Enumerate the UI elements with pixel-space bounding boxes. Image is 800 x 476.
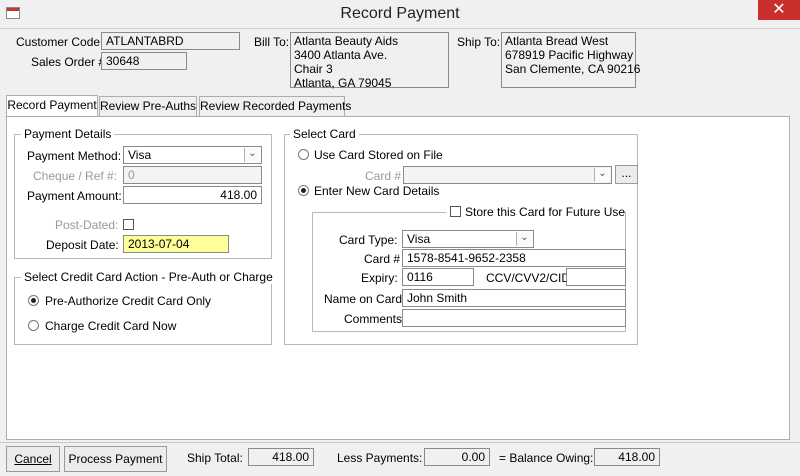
chevron-down-icon[interactable]: ⌄ [594,168,610,182]
deposit-date-label: Deposit Date: [46,238,119,252]
card-type-value: Visa [407,232,431,246]
payment-details-legend: Payment Details [21,127,115,141]
ship-to-line: San Clemente, CA 90216 [505,62,641,76]
chevron-down-icon[interactable]: ⌄ [244,148,260,162]
expiry-label: Expiry: [361,271,398,285]
payment-method-value: Visa [128,148,152,162]
use-stored-card-radio[interactable] [298,149,309,160]
expiry-field[interactable]: 0116 [402,268,474,286]
pre-authorize-radio[interactable] [28,295,39,306]
cheque-ref-field[interactable]: 0 [123,166,262,184]
balance-owing-field: 418.00 [594,448,660,466]
close-button[interactable]: ✕ [758,0,800,20]
bill-to-line: 3400 Atlanta Ave. [294,48,388,62]
customer-code-label: Customer Code: [16,35,104,49]
customer-code-field: ATLANTABRD [101,32,240,50]
ship-to-address: Atlanta Bread West 678919 Pacific Highwa… [501,32,641,88]
pre-authorize-label[interactable]: Pre-Authorize Credit Card Only [45,294,211,308]
stored-card-select[interactable]: ⌄ [403,166,612,184]
card-type-select[interactable]: Visa ⌄ [402,230,534,248]
ship-to-line: Atlanta Bread West [505,34,609,48]
less-payments-label: Less Payments: [337,451,423,465]
chevron-down-icon[interactable]: ⌄ [516,232,532,246]
tab-review-pre-auths[interactable]: Review Pre-Auths [99,96,197,116]
sales-order-label: Sales Order # [31,55,106,69]
balance-owing-label: = Balance Owing: [499,451,594,465]
select-card-legend: Select Card [290,127,359,141]
comments-field[interactable] [402,309,626,327]
post-dated-label: Post-Dated: [55,218,119,232]
cc-action-group [14,277,272,345]
sales-order-field: 30648 [101,52,187,70]
post-dated-checkbox[interactable] [123,219,134,230]
bill-to-address: Atlanta Beauty Aids 3400 Atlanta Ave. Ch… [290,32,449,90]
payment-method-label: Payment Method: [27,149,122,163]
process-payment-button[interactable]: Process Payment [64,446,167,472]
payment-amount-field[interactable]: 418.00 [123,186,262,204]
payment-method-select[interactable]: Visa ⌄ [123,146,262,164]
name-on-card-label: Name on Card: [324,292,406,306]
ship-to-label: Ship To: [457,35,501,49]
comments-label: Comments: [344,312,406,326]
name-on-card-field[interactable]: John Smith [402,289,626,307]
deposit-date-field[interactable]: 2013-07-04 [123,235,229,253]
window-title: Record Payment [340,5,460,22]
cc-action-legend: Select Credit Card Action - Pre-Auth or … [21,270,276,284]
store-card-label[interactable]: Store this Card for Future Use [465,205,625,219]
store-card-checkbox[interactable] [450,206,461,217]
charge-now-label[interactable]: Charge Credit Card Now [45,319,176,333]
charge-now-radio[interactable] [28,320,39,331]
bill-to-line: Chair 3 [294,62,333,76]
card-number-field[interactable]: 1578-8541-9652-2358 [402,249,626,267]
enter-new-card-label[interactable]: Enter New Card Details [314,184,439,198]
ship-to-line: 678919 Pacific Highway [505,48,634,62]
enter-new-card-radio[interactable] [298,185,309,196]
less-payments-field: 0.00 [424,448,490,466]
use-stored-card-label[interactable]: Use Card Stored on File [314,148,443,162]
payment-amount-label: Payment Amount: [27,189,122,203]
bill-to-label: Bill To: [254,35,290,49]
ship-total-label: Ship Total: [187,451,243,465]
tab-review-recorded-payments[interactable]: Review Recorded Payments [199,96,351,116]
tab-record-payment[interactable]: Record Payment [6,95,98,117]
cvv-field[interactable] [566,268,626,286]
card-number-label: Card # [364,252,401,266]
browse-button[interactable]: ... [615,165,638,184]
card-type-label: Card Type: [339,233,398,247]
cancel-button[interactable]: Cancel [6,446,60,472]
bill-to-line: Atlanta, GA 79045 [294,76,392,90]
ship-total-field: 418.00 [248,448,314,466]
bill-to-line: Atlanta Beauty Aids [294,34,399,48]
cvv-label: CCV/CVV2/CID [486,271,571,285]
cheque-ref-label: Cheque / Ref #: [33,169,118,183]
stored-card-number-label: Card # [365,169,402,183]
